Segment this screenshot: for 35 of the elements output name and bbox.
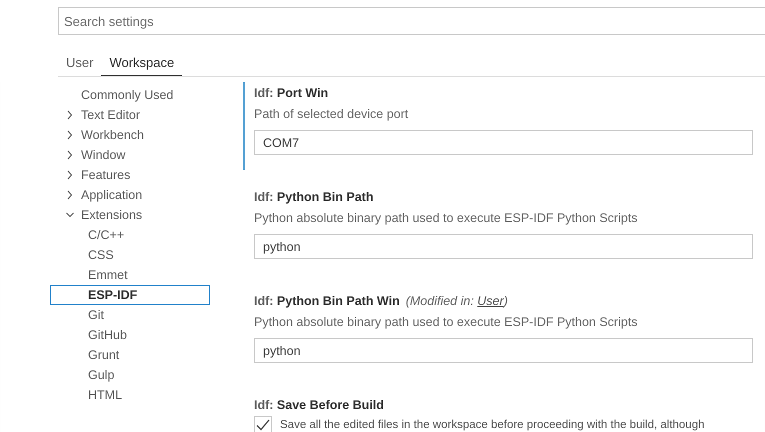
tree-item[interactable]: Commonly Used bbox=[50, 85, 210, 105]
tree-item[interactable]: Extensions bbox=[50, 205, 210, 225]
tree-item[interactable]: Window bbox=[50, 145, 210, 165]
setting-description: Save all the edited files in the workspace before proceeding with the build, although bbox=[280, 418, 704, 432]
tree-item[interactable]: Git bbox=[50, 305, 210, 325]
tree-item[interactable]: Text Editor bbox=[50, 105, 210, 125]
settings-tab[interactable]: Workspace bbox=[101, 50, 182, 76]
setting-title: Idf: Python Bin Path bbox=[254, 189, 374, 206]
input-field[interactable]: COM7 bbox=[254, 130, 753, 155]
settings-tab[interactable]: User bbox=[58, 50, 102, 76]
tree-item[interactable]: CSS bbox=[50, 245, 210, 265]
search-field[interactable]: Search settings bbox=[58, 7, 765, 35]
tree-item[interactable]: Grunt bbox=[50, 345, 210, 365]
modified-note: (Modified in: User) bbox=[406, 294, 508, 308]
setting-description: Python absolute binary path used to execute ESP-IDF Python Scripts bbox=[254, 314, 639, 331]
chevron-down-icon bbox=[66, 210, 74, 220]
setting-description: Python absolute binary path used to execute ESP-IDF Python Scripts bbox=[254, 210, 639, 227]
tree-item[interactable]: Application bbox=[50, 185, 210, 205]
setting-title: Idf: Port Win bbox=[254, 85, 330, 102]
setting-title: Idf: Python Bin Path Win (Modified in: User) bbox=[254, 293, 509, 310]
input-field[interactable]: python bbox=[254, 234, 753, 259]
tree-item[interactable]: GitHub bbox=[50, 325, 210, 345]
tree-item[interactable]: Features bbox=[50, 165, 210, 185]
tree-item[interactable]: ESP-IDF bbox=[50, 285, 210, 305]
user-link[interactable]: User bbox=[477, 294, 504, 308]
tree-item[interactable]: Gulp bbox=[50, 365, 210, 385]
setting-description: Path of selected device port bbox=[254, 106, 410, 123]
tree-item[interactable]: Workbench bbox=[50, 125, 210, 145]
tree-item[interactable]: Emmet bbox=[50, 265, 210, 285]
input-field[interactable]: python bbox=[254, 338, 753, 363]
checkmark-icon bbox=[256, 419, 270, 431]
tree-item[interactable]: C/C++ bbox=[50, 225, 210, 245]
tree-item[interactable]: HTML bbox=[50, 385, 210, 405]
setting-title: Idf: Save Before Build bbox=[254, 397, 385, 414]
checkbox[interactable] bbox=[254, 416, 272, 432]
